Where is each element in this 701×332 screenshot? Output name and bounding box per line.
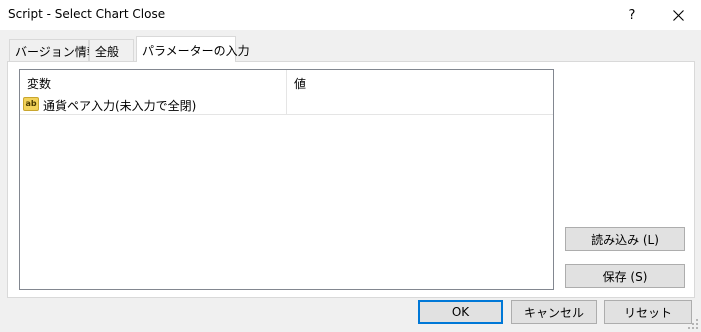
ok-button[interactable]: OK: [418, 300, 503, 324]
header-divider: [20, 114, 553, 115]
tab-parameters[interactable]: パラメーターの入力: [136, 36, 250, 62]
tab-version-info[interactable]: バージョン情報: [9, 39, 99, 61]
close-icon: [672, 9, 684, 21]
load-button[interactable]: 読み込み (L): [565, 227, 685, 251]
save-button[interactable]: 保存 (S): [565, 264, 685, 288]
string-type-icon: ab: [23, 97, 39, 111]
cancel-button[interactable]: キャンセル: [511, 300, 597, 324]
close-button[interactable]: [655, 0, 701, 30]
tab-label: バージョン情報: [15, 45, 99, 59]
reset-button[interactable]: リセット: [604, 300, 692, 324]
parameter-name[interactable]: 通貨ペア入力(未入力で全閉): [43, 97, 196, 114]
parameter-list[interactable]: 変数 値 ab 通貨ペア入力(未入力で全閉): [19, 69, 554, 290]
tab-label: 全般: [95, 45, 120, 59]
title-bar: Script - Select Chart Close ?: [0, 0, 701, 30]
column-header-value[interactable]: 値: [287, 70, 553, 114]
help-button[interactable]: ?: [609, 0, 655, 30]
tab-label: パラメーターの入力: [142, 44, 250, 58]
help-icon: ?: [628, 7, 636, 23]
tab-general[interactable]: 全般: [89, 39, 134, 61]
window-title: Script - Select Chart Close: [8, 7, 166, 21]
